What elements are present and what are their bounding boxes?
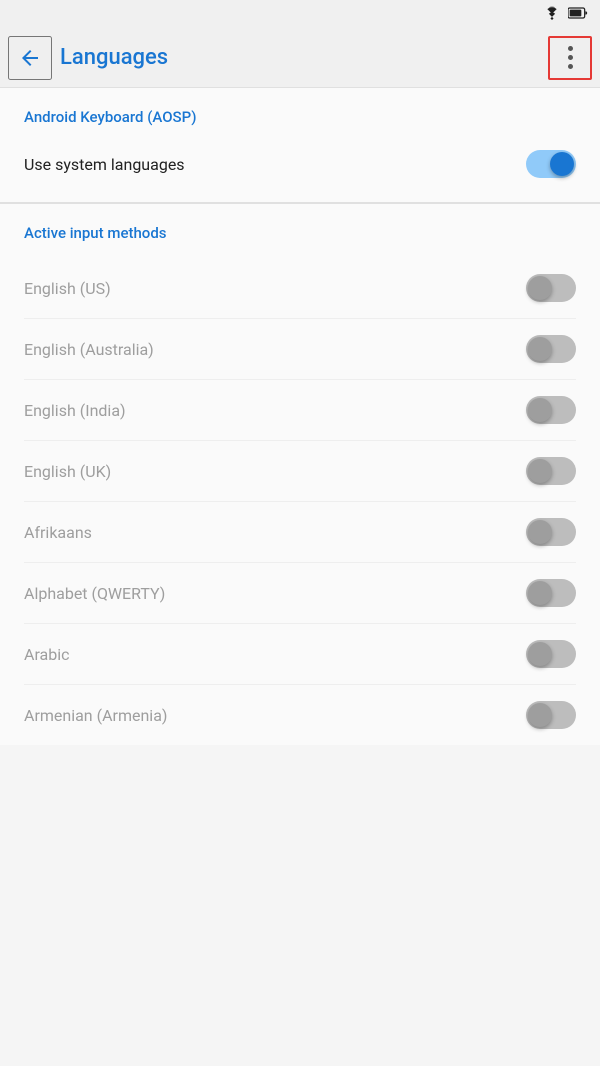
input-method-label: Afrikaans	[24, 523, 92, 542]
input-method-toggle[interactable]	[526, 396, 576, 424]
input-method-toggle[interactable]	[526, 701, 576, 729]
input-method-toggle[interactable]	[526, 274, 576, 302]
active-input-methods-title: Active input methods	[24, 224, 576, 242]
keyboard-section: Android Keyboard (AOSP) Use system langu…	[0, 88, 600, 203]
list-item[interactable]: English (India)	[24, 380, 576, 441]
use-system-languages-row: Use system languages	[24, 142, 576, 186]
list-item[interactable]: Afrikaans	[24, 502, 576, 563]
status-bar	[0, 0, 600, 28]
input-method-toggle[interactable]	[526, 335, 576, 363]
back-button[interactable]	[8, 36, 52, 80]
list-item[interactable]: Alphabet (QWERTY)	[24, 563, 576, 624]
more-options-button[interactable]	[548, 36, 592, 80]
list-item[interactable]: English (UK)	[24, 441, 576, 502]
page-title: Languages	[52, 45, 548, 70]
input-method-toggle[interactable]	[526, 457, 576, 485]
use-system-languages-label: Use system languages	[24, 155, 185, 174]
list-item[interactable]: Arabic	[24, 624, 576, 685]
input-method-toggle[interactable]	[526, 518, 576, 546]
input-method-label: Alphabet (QWERTY)	[24, 584, 165, 603]
use-system-languages-toggle[interactable]	[526, 150, 576, 178]
content-area: Android Keyboard (AOSP) Use system langu…	[0, 88, 600, 1066]
list-item[interactable]: English (US)	[24, 258, 576, 319]
list-item[interactable]: Armenian (Armenia)	[24, 685, 576, 737]
input-method-label: Arabic	[24, 645, 70, 664]
wifi-icon	[542, 5, 562, 24]
input-method-toggle[interactable]	[526, 640, 576, 668]
input-method-label: English (UK)	[24, 462, 111, 481]
top-nav: Languages	[0, 28, 600, 88]
input-method-label: English (Australia)	[24, 340, 154, 359]
input-method-toggle[interactable]	[526, 579, 576, 607]
three-dots-icon	[568, 46, 573, 69]
active-input-methods-section: Active input methods English (US) Englis…	[0, 204, 600, 745]
input-method-label: English (India)	[24, 401, 126, 420]
keyboard-section-title: Android Keyboard (AOSP)	[24, 108, 576, 126]
input-method-label: English (US)	[24, 279, 111, 298]
list-item[interactable]: English (Australia)	[24, 319, 576, 380]
input-method-label: Armenian (Armenia)	[24, 706, 167, 725]
battery-icon	[568, 5, 588, 24]
